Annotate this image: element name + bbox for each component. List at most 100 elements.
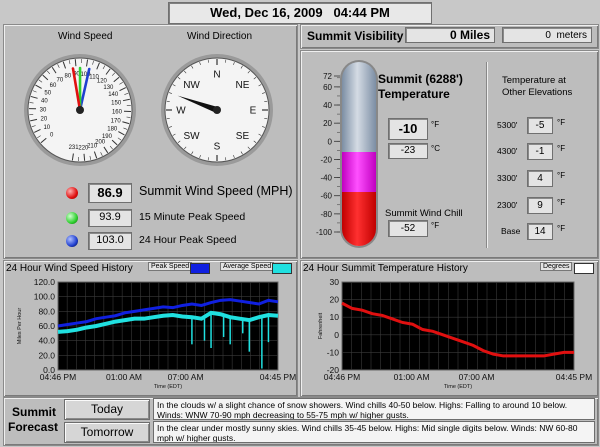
wind-direction-compass: NNEESESSWWNW	[157, 42, 277, 172]
speed-tick-label: 180	[107, 127, 118, 133]
visibility-meters-unit: meters	[556, 30, 587, 41]
speed-tick-label: 160	[112, 110, 123, 116]
compass-label-ne: NE	[236, 80, 250, 91]
y-tick-label: 20.0	[38, 350, 55, 360]
windchill-unit: °F	[431, 221, 439, 230]
y-tick-label: 40.0	[38, 336, 55, 346]
speed-tick-label: 80	[65, 74, 72, 80]
compass-label-sw: SW	[183, 131, 200, 142]
speed-tick-label: 10	[43, 125, 50, 131]
speed-tick-label: 231	[69, 145, 80, 151]
thermo-tick-label: -100	[316, 228, 333, 237]
forecast-label-line2: Forecast	[8, 420, 58, 434]
thermo-tick-label: -80	[320, 210, 332, 219]
y-tick-label: 20	[330, 295, 340, 305]
elevation-label: 4300'	[497, 146, 518, 156]
visibility-meters-value: 0	[545, 30, 551, 41]
elevation-unit: °F	[557, 118, 565, 127]
compass-label-e: E	[250, 106, 257, 117]
speed-tick-label: 40	[41, 99, 48, 105]
forecast-tomorrow-text: In the clear under mostly sunny skies. W…	[153, 421, 595, 443]
wind-direction-title: Wind Direction	[187, 31, 252, 42]
compass-label-s: S	[214, 142, 221, 153]
elevation-label: 2300'	[497, 200, 518, 210]
speed-tick-label: 30	[40, 107, 47, 113]
datetime-display: Wed, Dec 16, 2009 04:44 PM	[168, 2, 432, 24]
legend-peak-label: Peak Speed	[148, 262, 192, 271]
thermo-tick-label: -60	[320, 192, 332, 201]
current-speed-led	[66, 187, 78, 199]
elevation-value: -1	[527, 143, 553, 160]
peak15-led	[66, 212, 78, 224]
speed-tick-label: 60	[50, 83, 57, 89]
wind-history-chart: 120.0100.080.060.040.020.00.004:46 PM01:…	[3, 274, 296, 392]
speed-tick-label: 120	[97, 79, 108, 85]
thermo-tick-label: -40	[320, 174, 332, 183]
speed-tick-label: 140	[108, 92, 119, 98]
peak24-label: 24 Hour Peak Speed	[139, 234, 236, 246]
wind-history-title: 24 Hour Wind Speed History	[6, 263, 133, 274]
x-tick-label: 01:00 AM	[106, 372, 142, 382]
y-tick-label: 80.0	[38, 306, 55, 316]
temperature-c-value: -23	[388, 143, 428, 159]
temp-history-title: 24 Hour Summit Temperature History	[303, 263, 468, 274]
y-tick-label: 0	[334, 330, 339, 340]
legend-avg-label: Average Speed	[220, 262, 274, 271]
elevations-title-line2: Other Elevations	[502, 87, 572, 98]
y-tick-label: 30	[330, 277, 340, 287]
peak24-value: 103.0	[88, 232, 132, 250]
thermometer: 726040200-20-40-60-80-100	[308, 52, 388, 252]
y-tick-label: -10	[327, 347, 340, 357]
x-tick-label: 07:00 AM	[168, 372, 204, 382]
y-tick-label: 120.0	[34, 277, 56, 287]
elevation-label: 3300'	[497, 173, 518, 183]
x-tick-label: 04:45 PM	[260, 372, 296, 382]
elevation-unit: °F	[557, 224, 565, 233]
speed-tick-label: 220	[78, 145, 89, 151]
compass-label-nw: NW	[183, 80, 200, 91]
elevation-unit: °F	[557, 198, 565, 207]
temperature-title-line2: Temperature	[378, 87, 450, 101]
peak15-label: 15 Minute Peak Speed	[139, 211, 245, 223]
summit-wind-speed-value: 86.9	[88, 183, 132, 203]
peak15-value: 93.9	[88, 209, 132, 227]
speed-tick-label: 210	[87, 143, 98, 149]
wind-history-legend: Peak Speed Average Speed	[148, 262, 294, 273]
y-tick-label: 100.0	[34, 292, 56, 302]
forecast-today-button[interactable]: Today	[64, 399, 150, 420]
speed-tick-label: 70	[56, 77, 63, 83]
elevation-value: -5	[527, 117, 553, 134]
legend-avg-swatch	[272, 263, 292, 274]
speed-tick-label: 170	[111, 118, 122, 124]
thermo-tick-label: 60	[323, 83, 332, 92]
thermo-tick-label: -20	[320, 155, 332, 164]
x-axis-label: Time (EDT)	[154, 384, 182, 390]
x-tick-label: 04:46 PM	[40, 372, 76, 382]
peak24-led	[66, 235, 78, 247]
temp-history-chart: 3020100-10-2004:46 PM01:00 AM07:00 AM04:…	[300, 274, 597, 392]
legend-degrees-label: Degrees	[540, 262, 572, 271]
visibility-label: Summit Visibility	[307, 29, 403, 43]
elevations-divider	[486, 62, 487, 248]
elevation-label: Base	[501, 226, 520, 236]
elevation-value: 4	[527, 170, 553, 187]
x-tick-label: 04:46 PM	[324, 372, 360, 382]
temp-history-legend: Degrees	[540, 262, 595, 273]
forecast-tomorrow-button[interactable]: Tomorrow	[64, 422, 150, 443]
thermo-tick-label: 72	[323, 72, 332, 81]
speed-tick-label: 150	[111, 101, 122, 107]
compass-label-se: SE	[236, 131, 250, 142]
thermo-tick-label: 40	[323, 101, 332, 110]
x-tick-label: 04:45 PM	[556, 372, 592, 382]
thermo-tick-label: 20	[323, 119, 332, 128]
elevation-label: 5300'	[497, 120, 518, 130]
y-axis-label: Miles Per Hour	[17, 308, 23, 345]
wind-speed-gauge: 0102030405060708090100110120130140150160…	[20, 42, 140, 172]
x-tick-label: 01:00 AM	[394, 372, 430, 382]
speed-tick-label: 20	[41, 116, 48, 122]
compass-label-n: N	[213, 70, 220, 81]
y-axis-label: Fahrenheit	[318, 312, 324, 339]
elevations-title-line1: Temperature at	[502, 75, 566, 86]
datetime-text: Wed, Dec 16, 2009 04:44 PM	[210, 5, 390, 20]
forecast-label-line1: Summit	[12, 405, 56, 419]
